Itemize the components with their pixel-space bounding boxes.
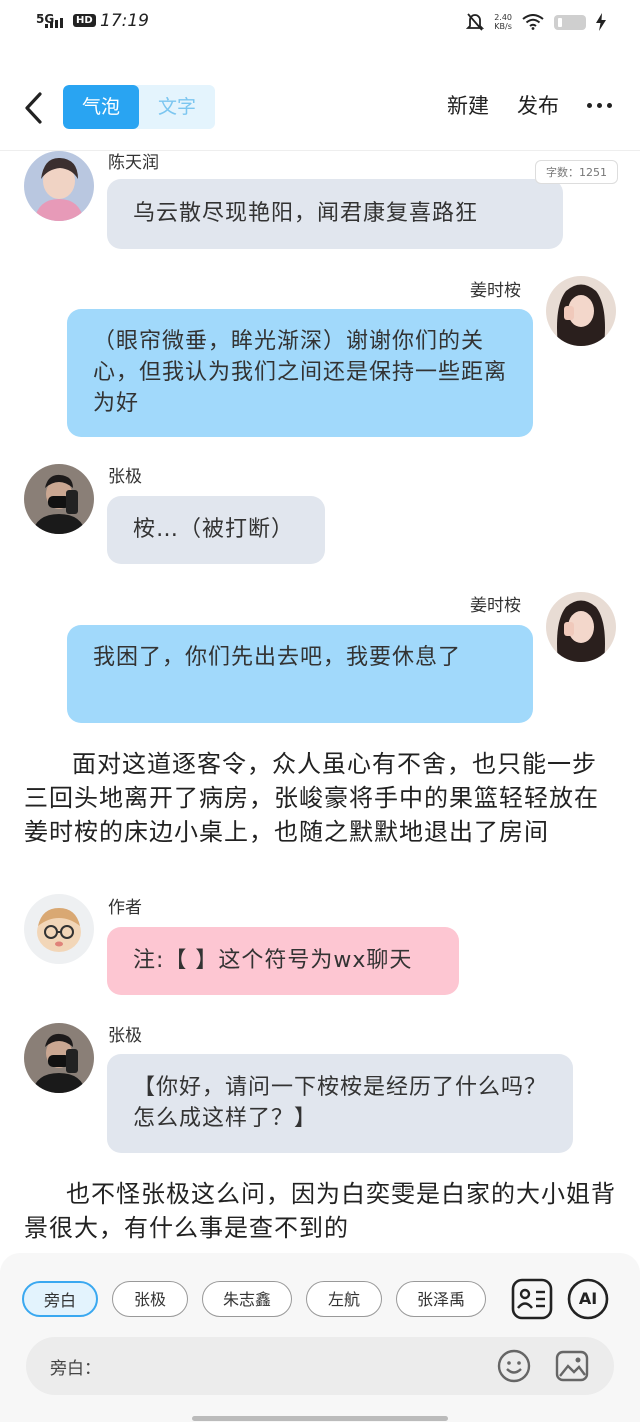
ai-button[interactable]: AI: [566, 1277, 610, 1321]
narration-text[interactable]: 也不怪张极这么问，因为白奕雯是白家的大小姐背景很大，有什么事是查不到的: [24, 1177, 616, 1245]
tab-bubble[interactable]: 气泡: [63, 85, 139, 129]
status-time: 17:19: [100, 11, 149, 31]
chat-bubble[interactable]: 注:【 】这个符号为wx聊天: [107, 927, 459, 995]
top-bar: 气泡 文字 新建 发布: [0, 72, 640, 142]
status-bar: 5G HD 17:19 2.40 KB/s: [0, 0, 640, 48]
word-count-badge: 字数：1251: [535, 160, 618, 184]
avatar[interactable]: [24, 1023, 94, 1093]
avatar[interactable]: [24, 464, 94, 534]
chat-bubble[interactable]: （眼帘微垂，眸光渐深）谢谢你们的关心，但我认为我们之间还是保持一些距离为好: [67, 309, 533, 437]
sender-name: 姜时桉: [470, 596, 521, 616]
sender-name: 姜时桉: [470, 281, 521, 301]
home-indicator: [192, 1416, 448, 1421]
charging-icon: [596, 13, 606, 31]
input-label: 旁白：: [50, 1359, 101, 1379]
sender-name: 作者: [108, 898, 142, 918]
chat-bubble[interactable]: 桉…（被打断）: [107, 496, 325, 564]
sender-name: 张极: [108, 1026, 142, 1046]
chat-bubble[interactable]: 【你好，请问一下桉桉是经历了什么吗？怎么成这样了？】: [107, 1054, 573, 1153]
avatar[interactable]: [546, 592, 616, 662]
hd-badge: HD: [73, 14, 96, 27]
role-chip[interactable]: 左航: [306, 1281, 383, 1317]
narration-text[interactable]: 面对这道逐客令，众人虽心有不舍，也只能一步三回头地离开了病房，张峻豪将手中的果篮…: [24, 747, 616, 849]
input-panel: 旁白 张极 朱志鑫 左航 张泽禹 AI 旁白：: [0, 1253, 640, 1422]
emoji-icon[interactable]: [496, 1348, 532, 1384]
avatar[interactable]: [24, 151, 94, 221]
wifi-icon: [522, 14, 544, 30]
sender-name: 张极: [108, 467, 142, 487]
net-speed: 2.40 KB/s: [494, 13, 512, 31]
ai-label: AI: [578, 1289, 598, 1308]
back-arrow-icon[interactable]: [20, 88, 46, 128]
mode-switch: 气泡 文字: [63, 85, 215, 129]
role-chip[interactable]: 朱志鑫: [202, 1281, 293, 1317]
avatar[interactable]: [24, 894, 94, 964]
chat-area[interactable]: 陈天润 乌云散尽现艳阳，闻君康复喜路狂 字数：1251 姜时桉 （眼帘微垂，眸光…: [0, 151, 640, 1251]
battery-icon: [554, 14, 586, 30]
chat-bubble[interactable]: 我困了，你们先出去吧，我要休息了: [67, 625, 533, 723]
signal-icon: [45, 18, 63, 28]
publish-button[interactable]: 发布: [517, 90, 559, 120]
sender-name: 陈天润: [108, 153, 159, 173]
role-chip-narration[interactable]: 旁白: [22, 1281, 99, 1317]
tab-text[interactable]: 文字: [139, 85, 215, 129]
role-chip[interactable]: 张极: [112, 1281, 189, 1317]
role-selector: 旁白 张极 朱志鑫 左航 张泽禹: [22, 1281, 492, 1319]
avatar[interactable]: [546, 276, 616, 346]
role-chip[interactable]: 张泽禹: [396, 1281, 487, 1317]
mute-bell-icon: [466, 13, 485, 31]
new-button[interactable]: 新建: [447, 90, 489, 120]
contact-card-icon[interactable]: [510, 1277, 554, 1321]
more-icon[interactable]: [587, 102, 612, 108]
chat-bubble[interactable]: 乌云散尽现艳阳，闻君康复喜路狂: [107, 179, 563, 249]
message-input[interactable]: 旁白：: [26, 1337, 614, 1395]
image-icon[interactable]: [554, 1348, 590, 1384]
